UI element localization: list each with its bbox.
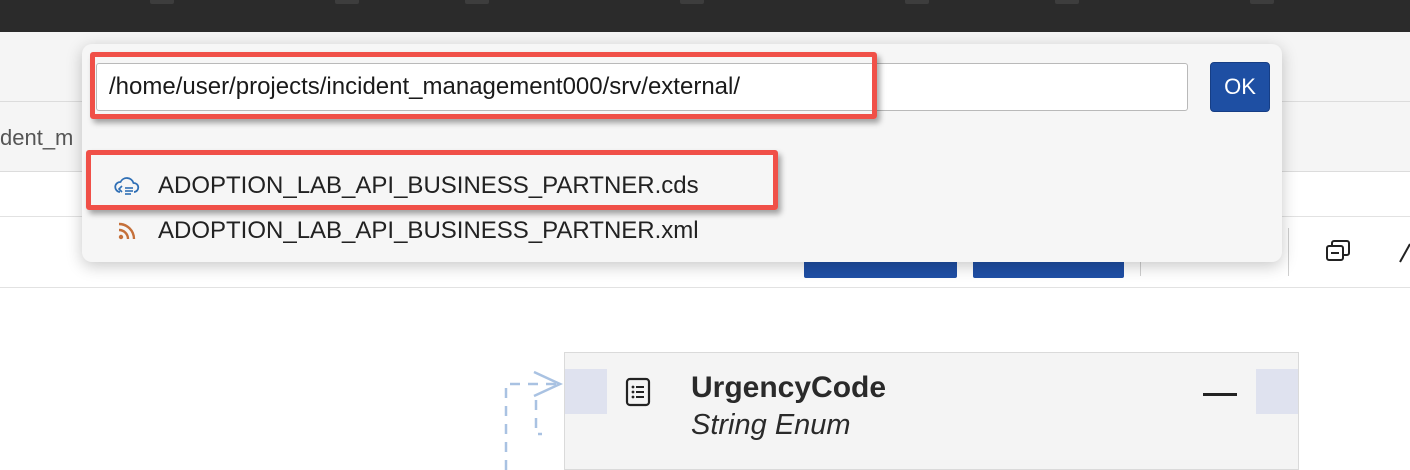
toolbar-ghost-icon xyxy=(150,0,174,4)
relation-connector xyxy=(504,370,563,470)
expand-icon[interactable] xyxy=(1398,238,1410,266)
toolbar-ghost-icon xyxy=(465,0,489,4)
restore-window-icon[interactable] xyxy=(1324,238,1352,266)
toolbar-ghost-icon xyxy=(905,0,929,4)
entity-subtitle: String Enum xyxy=(691,409,851,441)
collapse-icon[interactable] xyxy=(1203,393,1237,396)
rss-feed-icon xyxy=(112,218,142,244)
list-document-icon xyxy=(625,377,651,407)
toolbar-ghost-icon xyxy=(1055,0,1079,4)
cloud-service-icon xyxy=(112,173,142,199)
ok-button[interactable]: OK xyxy=(1210,62,1270,112)
entity-card[interactable]: UrgencyCode String Enum xyxy=(564,352,1299,470)
toolbar-divider xyxy=(1288,228,1289,276)
entity-port-left[interactable] xyxy=(565,369,607,414)
editor-tab-label[interactable]: dent_m xyxy=(0,125,73,151)
file-list-item[interactable]: ADOPTION_LAB_API_BUSINESS_PARTNER.xml xyxy=(112,211,699,251)
entity-port-right[interactable] xyxy=(1256,369,1298,414)
path-input[interactable] xyxy=(96,63,1188,111)
toolbar-ghost-icon xyxy=(335,0,359,4)
toolbar-ghost-icon xyxy=(1250,0,1274,4)
file-picker-dialog: OK ADOPTION_LAB_API_BUSINESS_PARTNER.cds… xyxy=(82,44,1282,262)
file-name: ADOPTION_LAB_API_BUSINESS_PARTNER.cds xyxy=(158,172,699,199)
file-name: ADOPTION_LAB_API_BUSINESS_PARTNER.xml xyxy=(158,217,699,244)
file-list-item[interactable]: ADOPTION_LAB_API_BUSINESS_PARTNER.cds xyxy=(112,166,699,206)
top-bar xyxy=(0,0,1410,32)
toolbar-ghost-icon xyxy=(680,0,704,4)
entity-title: UrgencyCode xyxy=(691,371,887,404)
